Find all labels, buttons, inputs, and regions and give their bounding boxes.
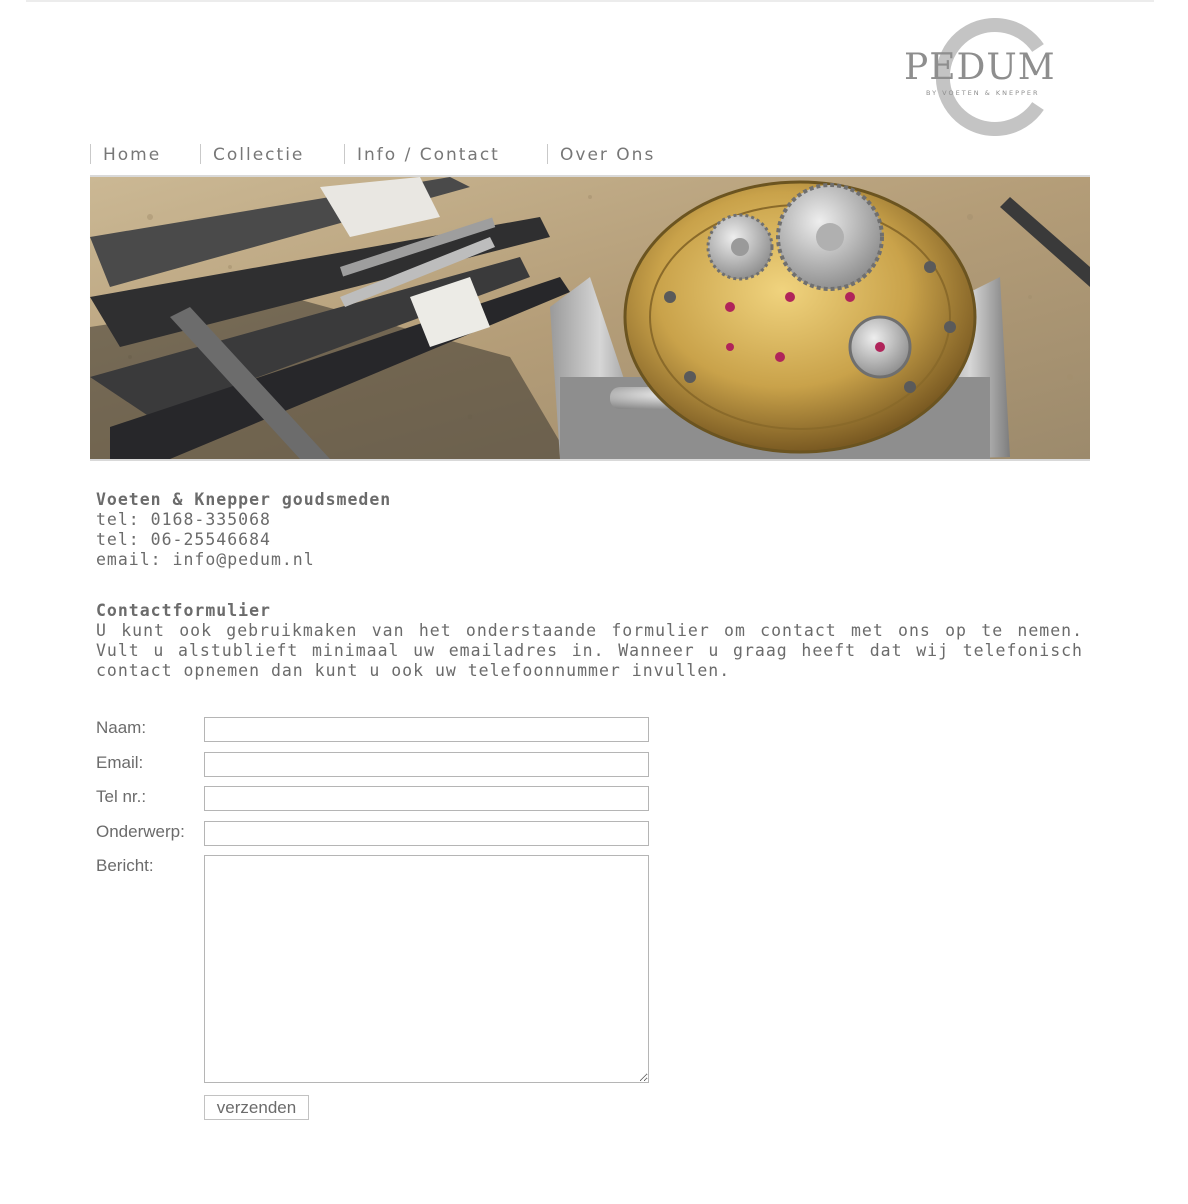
phone-1: tel: 0168-335068 bbox=[96, 510, 271, 529]
logo-subtitle: BY VOETEN & KNEPPER bbox=[926, 89, 1040, 97]
message-textarea[interactable] bbox=[204, 855, 649, 1083]
message-label: Bericht: bbox=[96, 856, 154, 875]
name-input[interactable] bbox=[204, 717, 649, 742]
form-title: Contactformulier bbox=[96, 601, 271, 620]
email-input[interactable] bbox=[204, 752, 649, 777]
hero-image bbox=[90, 175, 1090, 461]
watch-movement-photo-icon bbox=[90, 177, 1090, 459]
top-divider bbox=[26, 0, 1154, 2]
nav-item-collectie[interactable]: Collectie bbox=[200, 144, 304, 165]
contact-info: Voeten & Knepper goudsmeden tel: 0168-33… bbox=[96, 490, 1086, 570]
form-intro: Contactformulier U kunt ook gebruikmaken… bbox=[96, 601, 1083, 681]
name-label: Naam: bbox=[96, 718, 147, 737]
form-description: U kunt ook gebruikmaken van het ondersta… bbox=[96, 621, 1083, 680]
subject-label: Onderwerp: bbox=[96, 822, 185, 841]
pedum-logo[interactable]: PEDUM BY VOETEN & KNEPPER bbox=[898, 16, 1094, 140]
company-name: Voeten & Knepper goudsmeden bbox=[96, 490, 392, 509]
phone-label: Tel nr.: bbox=[96, 787, 147, 806]
email-label: Email: bbox=[96, 753, 144, 772]
submit-button[interactable]: verzenden bbox=[204, 1095, 309, 1120]
nav-item-info-contact[interactable]: Info / Contact bbox=[344, 144, 500, 165]
logo-wordmark: PEDUM bbox=[904, 47, 1056, 88]
email-address: email: info@pedum.nl bbox=[96, 550, 315, 569]
main-nav: Home Collectie Info / Contact Over Ons bbox=[90, 144, 1090, 166]
phone-input[interactable] bbox=[204, 786, 649, 811]
phone-2: tel: 06-25546684 bbox=[96, 530, 271, 549]
nav-item-home[interactable]: Home bbox=[90, 144, 161, 165]
subject-input[interactable] bbox=[204, 821, 649, 846]
nav-item-over-ons[interactable]: Over Ons bbox=[547, 144, 655, 165]
